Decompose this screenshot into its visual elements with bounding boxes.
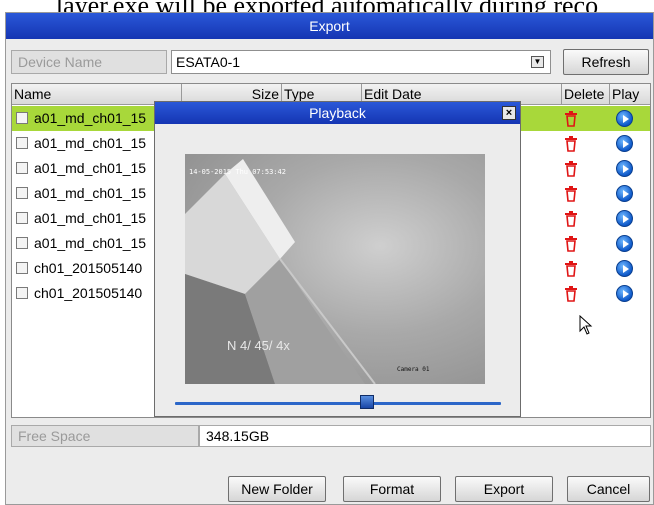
close-icon[interactable]: × <box>502 106 516 120</box>
row-checkbox[interactable] <box>16 137 28 149</box>
trash-icon[interactable] <box>564 111 578 127</box>
play-icon[interactable] <box>616 160 633 177</box>
row-checkbox[interactable] <box>16 112 28 124</box>
playback-progress-track[interactable] <box>175 402 501 405</box>
device-select-value: ESATA0-1 <box>176 54 241 70</box>
mouse-cursor-icon <box>579 315 593 335</box>
playback-title: Playback <box>155 102 520 124</box>
trash-icon[interactable] <box>564 161 578 177</box>
play-icon[interactable] <box>616 185 633 202</box>
file-name: a01_md_ch01_15 <box>34 160 147 176</box>
free-space-value: 348.15GB <box>199 425 651 447</box>
file-name: ch01_201505140 <box>34 285 143 301</box>
col-play-header[interactable]: Play <box>610 84 652 105</box>
trash-icon[interactable] <box>564 261 578 277</box>
trash-icon[interactable] <box>564 136 578 152</box>
trash-icon[interactable] <box>564 236 578 252</box>
file-name: a01_md_ch01_15 <box>34 235 147 251</box>
new-folder-button[interactable]: New Folder <box>228 476 326 502</box>
row-checkbox[interactable] <box>16 262 28 274</box>
file-name: a01_md_ch01_15 <box>34 135 147 151</box>
file-name: a01_md_ch01_15 <box>34 110 147 126</box>
video-frame: 14-05-2015 Thu 07:53:42 N 4/ 45/ 4x Came… <box>185 154 485 384</box>
cancel-button[interactable]: Cancel <box>567 476 650 502</box>
device-name-label: Device Name <box>11 50 167 74</box>
free-space-label: Free Space <box>11 425 199 447</box>
format-button[interactable]: Format <box>343 476 441 502</box>
row-checkbox[interactable] <box>16 212 28 224</box>
free-space-row: Free Space 348.15GB <box>11 425 651 447</box>
row-checkbox[interactable] <box>16 287 28 299</box>
col-delete-header[interactable]: Delete <box>562 84 610 105</box>
trash-icon[interactable] <box>564 186 578 202</box>
row-checkbox[interactable] <box>16 162 28 174</box>
trash-icon[interactable] <box>564 286 578 302</box>
osd-timestamp: 14-05-2015 Thu 07:53:42 <box>189 168 286 176</box>
play-icon[interactable] <box>616 135 633 152</box>
file-name: ch01_201505140 <box>34 260 143 276</box>
window-title: Export <box>6 13 653 39</box>
camera-label: Camera 01 <box>397 366 430 373</box>
play-icon[interactable] <box>616 285 633 302</box>
play-icon[interactable] <box>616 210 633 227</box>
col-size-header-label: Size <box>251 86 279 102</box>
row-checkbox[interactable] <box>16 237 28 249</box>
export-button[interactable]: Export <box>455 476 553 502</box>
device-row: Device Name ESATA0-1 ▼ Refresh <box>11 49 651 75</box>
file-name: a01_md_ch01_15 <box>34 185 147 201</box>
play-icon[interactable] <box>616 260 633 277</box>
play-icon[interactable] <box>616 235 633 252</box>
playback-progress-thumb[interactable] <box>360 395 375 409</box>
playback-dialog: Playback × 14-05-2015 Thu 07:53:42 N 4/ … <box>154 101 521 417</box>
device-select[interactable]: ESATA0-1 ▼ <box>171 50 551 74</box>
play-icon[interactable] <box>616 110 633 127</box>
export-window: Export Device Name ESATA0-1 ▼ Refresh Na… <box>5 12 654 505</box>
refresh-button[interactable]: Refresh <box>563 49 649 75</box>
chevron-down-icon[interactable]: ▼ <box>531 56 544 68</box>
row-checkbox[interactable] <box>16 187 28 199</box>
trash-icon[interactable] <box>564 211 578 227</box>
file-name: a01_md_ch01_15 <box>34 210 147 226</box>
speed-indicator: N 4/ 45/ 4x <box>227 338 290 353</box>
